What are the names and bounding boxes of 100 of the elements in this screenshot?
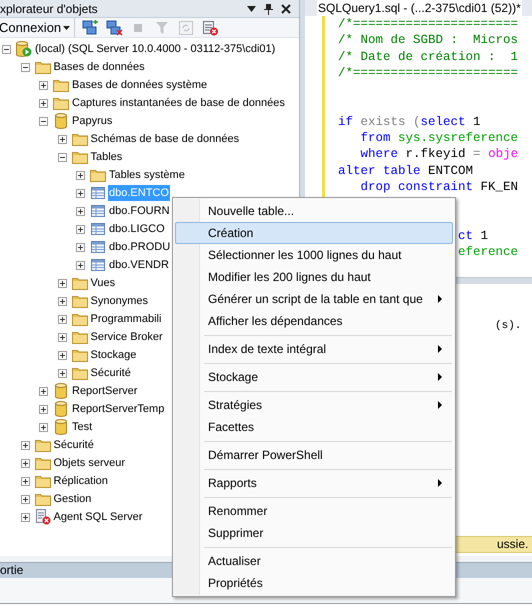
tree-item[interactable]: Synonymes: [90, 293, 149, 309]
folder-icon: [72, 312, 88, 326]
database-icon: [55, 383, 67, 399]
expand-toggle[interactable]: [20, 494, 30, 504]
agent-icon: [34, 509, 50, 525]
tree-item[interactable]: Vues: [90, 275, 116, 291]
menu-item[interactable]: Création: [175, 222, 453, 244]
tree-item[interactable]: Papyrus: [71, 113, 114, 129]
menu-item[interactable]: Facettes: [175, 416, 453, 438]
close-icon[interactable]: [281, 4, 291, 14]
tree-item[interactable]: Sécurité: [90, 365, 132, 381]
code-line: /* Nom de SGBD : Micros: [338, 32, 518, 49]
menu-item[interactable]: Nouvelle table...: [175, 200, 453, 222]
collapse-toggle[interactable]: [58, 152, 66, 162]
code-line: alter table ENTCOM: [338, 162, 474, 179]
pin-icon[interactable]: [264, 2, 273, 14]
menu-item[interactable]: Rapports: [175, 472, 453, 494]
expand-toggle[interactable]: [58, 368, 66, 378]
expand-toggle[interactable]: [58, 332, 66, 342]
database-icon: [55, 113, 67, 129]
expand-toggle[interactable]: [76, 260, 85, 270]
tree-item[interactable]: Schémas de base de données: [90, 131, 240, 147]
tree-item[interactable]: Objets serveur: [52, 455, 126, 471]
tree-item[interactable]: Bases de données système: [71, 77, 208, 93]
menu-item[interactable]: Générer un script de la table en tant que: [175, 288, 453, 310]
document-tab[interactable]: SQLQuery1.sql - (...2-375\cdi01 (52))*: [317, 0, 522, 16]
expand-toggle[interactable]: [76, 170, 85, 180]
menu-item[interactable]: Actualiser: [175, 550, 453, 572]
menu-item[interactable]: Stratégies: [175, 394, 453, 416]
code-line: ct 1: [458, 228, 488, 244]
folder-icon: [34, 474, 50, 488]
collapse-toggle[interactable]: [39, 116, 48, 126]
folder-icon: [34, 492, 50, 506]
collapse-toggle[interactable]: [20, 62, 30, 72]
tree-item[interactable]: ReportServerTemp: [71, 401, 166, 417]
menu-item[interactable]: Renommer: [175, 500, 453, 522]
results-message: (s).: [495, 320, 522, 332]
menu-item[interactable]: Modifier les 200 lignes du haut: [175, 266, 453, 288]
folder-icon: [53, 78, 69, 92]
expand-toggle[interactable]: [20, 476, 30, 486]
tree-item[interactable]: Réplication: [52, 473, 109, 489]
expand-toggle[interactable]: [58, 134, 66, 144]
menu-item[interactable]: Afficher les dépendances: [175, 310, 453, 332]
code-line: eference: [458, 244, 518, 260]
expand-toggle[interactable]: [39, 404, 48, 414]
expand-toggle[interactable]: [20, 458, 30, 468]
tree-item[interactable]: Service Broker: [90, 329, 164, 345]
expand-toggle[interactable]: [76, 206, 85, 216]
tree-item[interactable]: Stockage: [90, 347, 138, 363]
code-line: drop constraint FK_EN: [360, 178, 518, 196]
tree-item[interactable]: Sécurité: [52, 437, 95, 453]
folder-icon: [72, 348, 88, 362]
tree-item[interactable]: (local) (SQL Server 10.0.4000 - 03112-375\cdi01): [34, 41, 276, 57]
tree-item[interactable]: ReportServer: [71, 383, 138, 399]
server-database-icon: [16, 41, 32, 57]
expand-toggle[interactable]: [58, 296, 66, 306]
disconnect-icon[interactable]: [105, 20, 124, 36]
folder-icon: [53, 96, 69, 110]
folder-icon: [34, 60, 50, 74]
menu-item[interactable]: Propriétés: [175, 572, 453, 594]
tree-item[interactable]: Tables système: [108, 167, 186, 183]
expand-toggle[interactable]: [58, 350, 66, 360]
tree-item[interactable]: Test: [71, 419, 94, 435]
expand-toggle[interactable]: [39, 422, 48, 432]
table-icon: [91, 259, 105, 271]
expand-toggle[interactable]: [39, 80, 48, 90]
tree-item[interactable]: dbo.LIGCO: [108, 221, 166, 237]
menu-item[interactable]: Stockage: [175, 366, 453, 388]
expand-toggle[interactable]: [76, 242, 85, 252]
dropdown-icon[interactable]: [247, 6, 256, 12]
expand-toggle[interactable]: [76, 224, 85, 234]
expand-toggle[interactable]: [39, 386, 48, 396]
tree-item[interactable]: dbo.VENDR: [108, 257, 170, 273]
collapse-toggle[interactable]: [2, 44, 11, 54]
tree-item[interactable]: Gestion: [52, 491, 92, 507]
database-icon: [55, 401, 67, 417]
expand-toggle[interactable]: [20, 440, 30, 450]
folder-icon: [72, 276, 88, 290]
expand-toggle[interactable]: [39, 98, 48, 108]
expand-toggle[interactable]: [76, 188, 85, 198]
menu-item[interactable]: Sélectionner les 1000 lignes du haut: [175, 244, 453, 266]
tree-item[interactable]: Tables: [90, 149, 124, 165]
report-icon[interactable]: [201, 20, 220, 36]
code-line: where r.fkeyid = obje: [360, 146, 518, 163]
expand-toggle[interactable]: [58, 278, 66, 288]
code-line: /*======================: [338, 16, 518, 32]
menu-item[interactable]: Démarrer PowerShell: [175, 444, 453, 466]
tree-item[interactable]: Captures instantanées de base de données: [71, 95, 286, 111]
connect-icon[interactable]: [81, 20, 100, 36]
expand-toggle[interactable]: [20, 512, 30, 522]
expand-toggle[interactable]: [58, 314, 66, 324]
tree-item[interactable]: dbo.FOURN: [108, 203, 171, 219]
tree-item[interactable]: dbo.PRODU: [108, 239, 172, 255]
tree-item[interactable]: Agent SQL Server: [52, 509, 144, 525]
database-icon: [55, 419, 67, 435]
tree-item[interactable]: Programmabili: [90, 311, 162, 327]
folder-icon: [72, 366, 88, 380]
tree-item[interactable]: Bases de données: [52, 59, 146, 75]
table-icon: [91, 205, 105, 217]
menu-item[interactable]: Index de texte intégral: [175, 338, 453, 360]
